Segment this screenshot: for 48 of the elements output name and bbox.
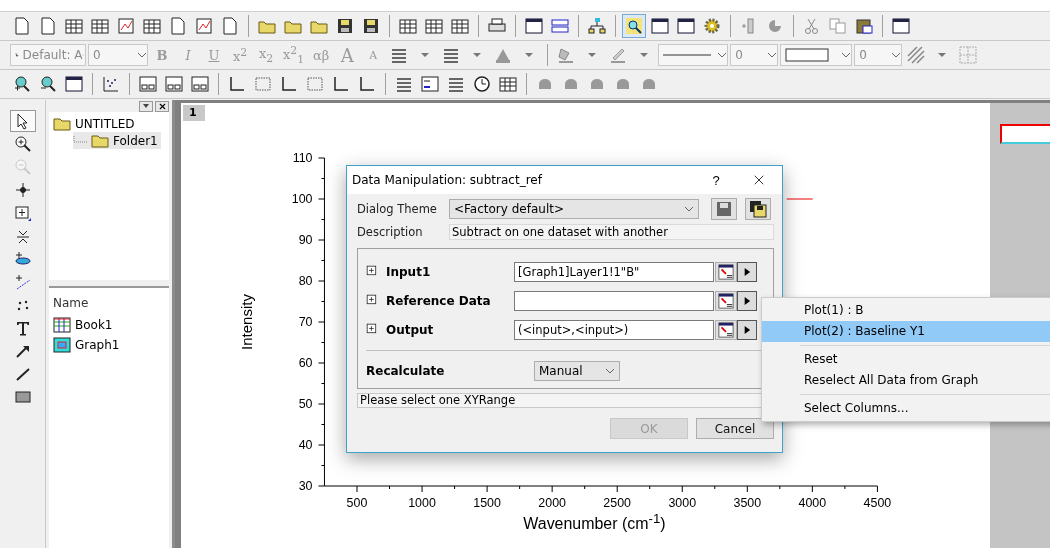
x-tick-label: 500 [346, 496, 368, 510]
x-tick-label: 2500 [603, 496, 632, 510]
theme-dropdown[interactable]: <Factory default> [449, 199, 699, 219]
dialog-button[interactable]: Cancel [696, 418, 774, 439]
x-tick-label: 1500 [473, 496, 501, 510]
menu-item[interactable]: Reselect All Data from Graph [762, 370, 1050, 391]
x-tick-label: 2000 [538, 496, 566, 510]
y-tick-label: 50 [298, 397, 313, 411]
y-tick-label: 70 [298, 315, 313, 329]
y-tick-label: 40 [298, 438, 313, 452]
y-tick-label: 100 [291, 192, 313, 206]
menu-item[interactable]: Reset [762, 349, 1050, 370]
y-tick-label: 110 [292, 151, 313, 165]
column-header: Name [53, 296, 90, 310]
description-field: Subtract on one dataset with another [449, 224, 774, 240]
help-button[interactable]: ? [696, 171, 736, 189]
field-label: Dialog Theme [357, 202, 438, 216]
y-tick-label: 60 [298, 356, 313, 370]
folder-label: UNTITLED [75, 116, 135, 131]
menu-item[interactable]: Plot(2) : Baseline Y1 [762, 321, 1050, 342]
x-tick-label: 1000 [408, 496, 436, 510]
y-axis-title: Intensity [237, 294, 255, 350]
parameter-label: Output [386, 323, 435, 337]
parameter-label: Input1 [386, 265, 432, 279]
y-tick-label: 30 [298, 479, 313, 493]
parameter-label: Reference Data [386, 294, 492, 308]
input-field[interactable]: (<input>,<input>) [514, 320, 714, 340]
x-axis-title: Wavenumber (cm$^{-1}$) [523, 511, 666, 534]
x-tick-label: 4500 [863, 496, 892, 510]
folder-label: Folder1 [113, 133, 158, 148]
menu-item[interactable]: Plot(1) : B [762, 300, 1050, 321]
y-tick-label: 90 [298, 233, 313, 247]
file-item[interactable]: Graph1 [53, 336, 123, 353]
x-tick-label: 3500 [733, 496, 762, 510]
layer-tag[interactable]: 1 [183, 105, 205, 121]
file-item[interactable]: Book1 [53, 316, 116, 333]
y-tick-label: 80 [298, 274, 313, 288]
input-field[interactable]: [Graph1]Layer1!1"B" [514, 262, 714, 282]
recalculate-dropdown[interactable]: Manual [534, 361, 620, 381]
dialog-title: Data Manipulation: subtract_ref [352, 173, 544, 187]
field-label: Description [357, 225, 424, 239]
file-label: Graph1 [75, 337, 120, 352]
parameter-label: Recalculate [366, 364, 446, 378]
file-label: Book1 [75, 317, 113, 332]
folder-item[interactable]: UNTITLED [53, 115, 138, 132]
folder-item[interactable]: Folder1 [73, 132, 161, 149]
x-tick-label: 3000 [668, 496, 697, 510]
x-tick-label: 4000 [798, 496, 827, 510]
